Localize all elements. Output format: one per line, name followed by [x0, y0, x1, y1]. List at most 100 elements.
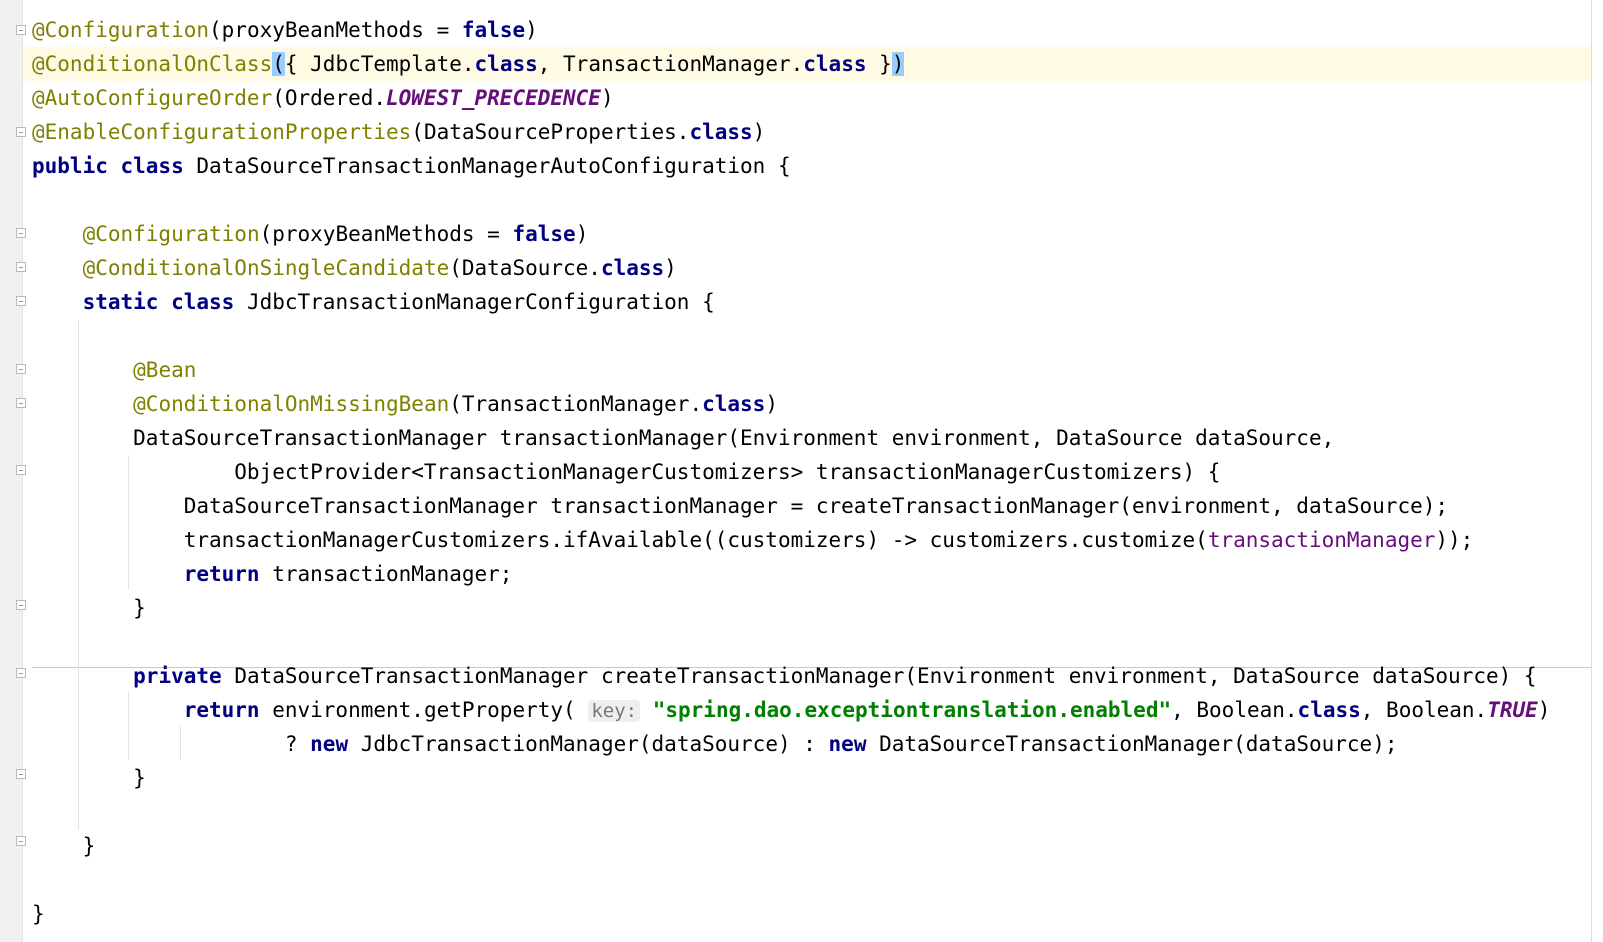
code-token: ) [1537, 698, 1551, 722]
fold-toggle-icon[interactable] [16, 228, 26, 238]
keyword-token: false [461, 18, 526, 42]
right-margin-guide [1591, 0, 1592, 942]
code-token: ) [765, 392, 778, 416]
code-line[interactable]: ​ [32, 319, 1550, 353]
code-line[interactable]: ​ [32, 625, 1550, 659]
keyword-token: private [133, 664, 222, 688]
code-line[interactable]: @EnableConfigurationProperties(DataSourc… [32, 115, 1550, 149]
code-token: DataSourceTransactionManager(dataSource)… [866, 732, 1398, 756]
field-token: transactionManager [1207, 528, 1436, 552]
code-line[interactable]: } [32, 591, 1550, 625]
code-token: ) [575, 222, 589, 246]
code-line[interactable]: ObjectProvider<TransactionManagerCustomi… [32, 455, 1550, 489]
code-token: ? [32, 732, 311, 756]
code-token: environment.getProperty( [259, 698, 589, 722]
fold-toggle-icon[interactable] [16, 364, 26, 374]
code-line[interactable]: return environment.getProperty( key: "sp… [32, 693, 1550, 727]
annotation-token: @ConditionalOnMissingBean [133, 392, 450, 416]
code-token: transactionManagerCustomizers.ifAvailabl… [32, 528, 1208, 552]
code-line[interactable]: @Bean [32, 353, 1550, 387]
constant-token: TRUE [1487, 698, 1538, 722]
fold-toggle-icon[interactable] [16, 398, 26, 408]
code-token: DataSourceTransactionManager transaction… [32, 426, 1335, 450]
code-token: (DataSource. [449, 256, 601, 280]
annotation-token: @Configuration [82, 222, 260, 246]
code-line[interactable]: } [32, 897, 1550, 931]
code-token: ObjectProvider<TransactionManagerCustomi… [32, 460, 1221, 484]
code-line[interactable]: } [32, 829, 1550, 863]
keyword-token: new [828, 732, 867, 756]
code-token: ) [600, 86, 614, 110]
code-token: ) [525, 18, 538, 42]
code-line[interactable]: @ConditionalOnMissingBean(TransactionMan… [32, 387, 1550, 421]
code-line[interactable]: return transactionManager; [32, 557, 1550, 591]
code-token: } [32, 834, 96, 858]
code-token: )); [1435, 528, 1474, 552]
code-line[interactable]: ​ [32, 183, 1550, 217]
fold-toggle-icon[interactable] [16, 668, 26, 678]
code-line[interactable]: static class JdbcTransactionManagerConfi… [32, 285, 1550, 319]
code-line[interactable]: transactionManagerCustomizers.ifAvailabl… [32, 523, 1550, 557]
code-editor[interactable]: @Configuration(proxyBeanMethods = false)… [0, 0, 1603, 942]
code-token: } [32, 596, 146, 620]
string-literal-token: "spring.dao.exceptiontranslation.enabled… [652, 698, 1172, 722]
code-line[interactable]: @ConditionalOnSingleCandidate(DataSource… [32, 251, 1550, 285]
code-line[interactable]: DataSourceTransactionManager transaction… [32, 421, 1550, 455]
annotation-token: @AutoConfigureOrder [32, 86, 273, 110]
constant-token: LOWEST_PRECEDENCE [386, 86, 601, 110]
fold-toggle-icon[interactable] [16, 836, 26, 846]
fold-toggle-icon[interactable] [16, 25, 26, 35]
keyword-token: class [474, 52, 538, 76]
fold-toggle-icon[interactable] [16, 127, 26, 137]
fold-toggle-icon[interactable] [16, 600, 26, 610]
code-line[interactable]: private DataSourceTransactionManager cre… [32, 659, 1550, 693]
code-line[interactable]: @ConditionalOnClass({ JdbcTemplate.class… [32, 47, 1550, 81]
code-token: (DataSourceProperties. [411, 120, 690, 144]
keyword-token: false [512, 222, 576, 246]
annotation-token: @Bean [133, 358, 197, 382]
annotation-token: @Configuration [32, 18, 210, 42]
code-token: , Boolean. [1171, 698, 1298, 722]
code-line[interactable]: @AutoConfigureOrder(Ordered.LOWEST_PRECE… [32, 81, 1550, 115]
code-line[interactable]: ​ [32, 795, 1550, 829]
code-line[interactable]: @Configuration(proxyBeanMethods = false) [32, 13, 1550, 47]
keyword-token: return [183, 562, 260, 586]
code-token: DataSourceTransactionManager createTrans… [221, 664, 1537, 688]
fold-toggle-icon[interactable] [16, 769, 26, 779]
code-token: JdbcTransactionManagerConfiguration { [234, 290, 715, 314]
code-token: , TransactionManager. [537, 52, 804, 76]
code-token: } [32, 766, 146, 790]
keyword-token: return [183, 698, 260, 722]
keyword-token: class [702, 392, 766, 416]
matched-brace: ( [272, 52, 285, 76]
code-token: (TransactionManager. [449, 392, 703, 416]
fold-toggle-icon[interactable] [16, 465, 26, 475]
code-line[interactable]: ? new JdbcTransactionManager(dataSource)… [32, 727, 1550, 761]
code-token: ) [752, 120, 766, 144]
code-token: { JdbcTemplate. [284, 52, 475, 76]
annotation-token: @ConditionalOnSingleCandidate [82, 256, 450, 280]
code-token: (proxyBeanMethods = [259, 222, 513, 246]
code-line[interactable]: ​ [32, 863, 1550, 897]
fold-toggle-icon[interactable] [16, 262, 26, 272]
code-token: transactionManager; [259, 562, 513, 586]
code-line[interactable]: @Configuration(proxyBeanMethods = false) [32, 217, 1550, 251]
code-line[interactable]: public class DataSourceTransactionManage… [32, 149, 1550, 183]
code-line[interactable]: } [32, 761, 1550, 795]
code-line[interactable]: DataSourceTransactionManager transaction… [32, 489, 1550, 523]
annotation-token: @ConditionalOnClass [32, 52, 273, 76]
code-area[interactable]: @Configuration(proxyBeanMethods = false)… [32, 13, 1550, 931]
code-token: } [866, 52, 892, 76]
keyword-token: class [803, 52, 867, 76]
keyword-token: public class [32, 154, 184, 178]
keyword-token: class [600, 256, 665, 280]
fold-toggle-icon[interactable] [16, 296, 26, 306]
